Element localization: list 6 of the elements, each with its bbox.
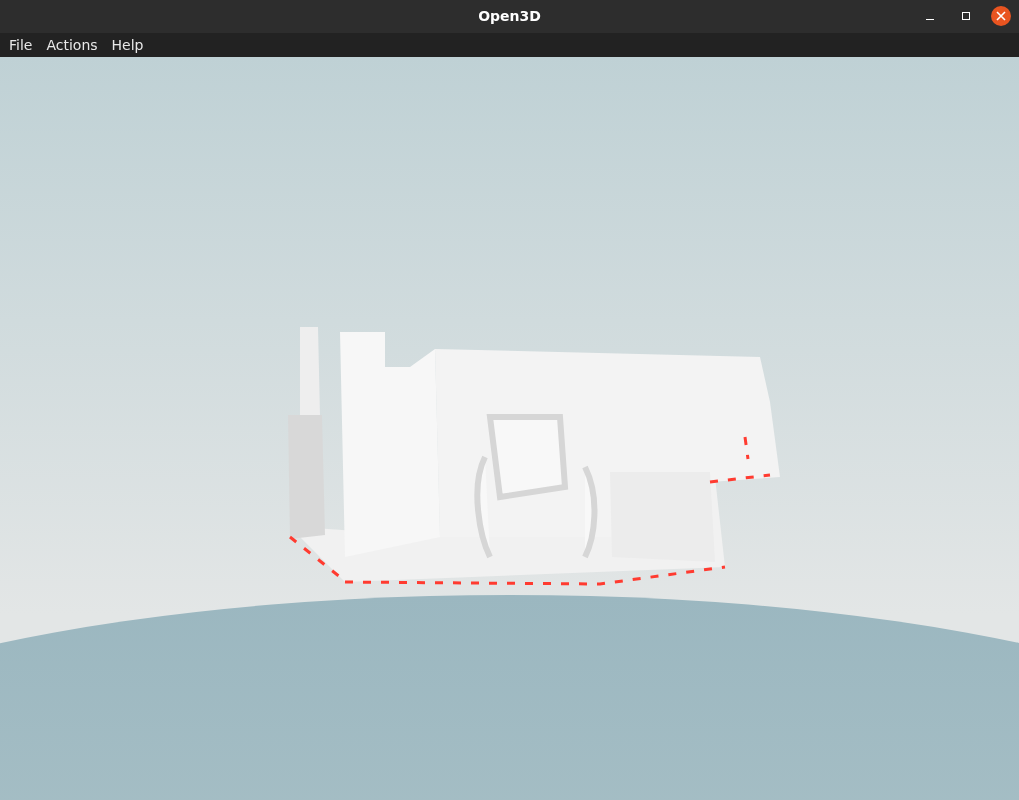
- close-button[interactable]: [991, 6, 1011, 26]
- menu-item[interactable]: Help: [104, 34, 151, 56]
- close-icon: [996, 11, 1006, 21]
- window-title: Open3D: [478, 7, 541, 26]
- menu-item[interactable]: Actions: [39, 34, 105, 56]
- menu-item[interactable]: File: [2, 34, 40, 56]
